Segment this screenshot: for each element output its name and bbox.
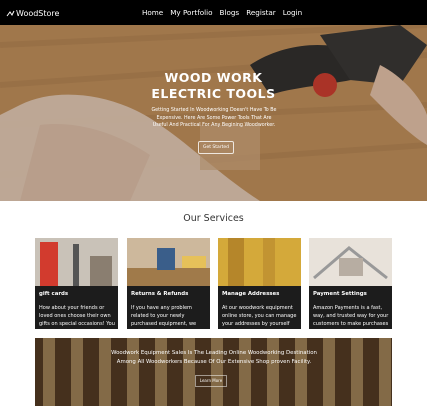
brand-name: WoodStore — [16, 8, 60, 18]
service-card-title: gift cards — [39, 291, 69, 297]
service-card-text: At our woodwork equipment online store, … — [222, 305, 297, 327]
nav-link-login[interactable]: Login — [280, 6, 306, 20]
service-card-payment[interactable]: Payment Settings Amazon Payments is a fa… — [309, 238, 392, 329]
hero-title-line1: WOOD WORK — [164, 70, 263, 85]
hero-description: Getting Started In Woodworking Doesn't H… — [151, 108, 277, 129]
service-card-addresses[interactable]: Manage Addresses At our woodwork equipme… — [218, 238, 301, 329]
brand-logo[interactable]: WoodStore — [6, 6, 59, 20]
service-card-title: Payment Settings — [313, 291, 367, 297]
main-menu: Home My Portfolio Blogs Registar Login — [139, 6, 306, 20]
nav-link-portfolio[interactable]: My Portfolio — [167, 6, 216, 20]
returns-refunds-image — [127, 238, 210, 286]
service-card-text: How about your friends or loved ones cho… — [39, 305, 115, 327]
service-card-title: Manage Addresses — [222, 291, 280, 297]
payment-settings-image — [309, 238, 392, 286]
service-card-title: Returns & Refunds — [131, 291, 189, 297]
nav-link-home[interactable]: Home — [139, 6, 167, 20]
promo-band: Woodwork Equipment Sales Is The Leading … — [35, 338, 392, 406]
nav-link-register[interactable]: Registar — [243, 6, 280, 20]
hero-title-line2: ELECTRIC TOOLS — [151, 86, 276, 101]
wood-logo-icon — [6, 10, 15, 16]
get-started-button[interactable]: Get Started — [198, 141, 234, 154]
manage-addresses-image — [218, 238, 301, 286]
top-navbar: WoodStore Home My Portfolio Blogs Regist… — [0, 0, 427, 25]
service-card-text: Amazon Payments is a fast, way, and trus… — [313, 305, 389, 327]
service-card-returns[interactable]: Returns & Refunds If you have any proble… — [127, 238, 210, 329]
nav-link-blogs[interactable]: Blogs — [217, 6, 244, 20]
gift-cards-image — [35, 238, 118, 286]
promo-band-text: Woodwork Equipment Sales Is The Leading … — [111, 350, 317, 365]
services-heading: Our Services — [183, 213, 244, 224]
service-card-text: If you have any problem related to your … — [131, 305, 197, 327]
service-card-gift-cards[interactable]: gift cards How about your friends or lov… — [35, 238, 118, 329]
hero-banner: WOOD WORK ELECTRIC TOOLS Getting Started… — [0, 25, 427, 201]
learn-more-button[interactable]: Learn More — [195, 375, 227, 387]
